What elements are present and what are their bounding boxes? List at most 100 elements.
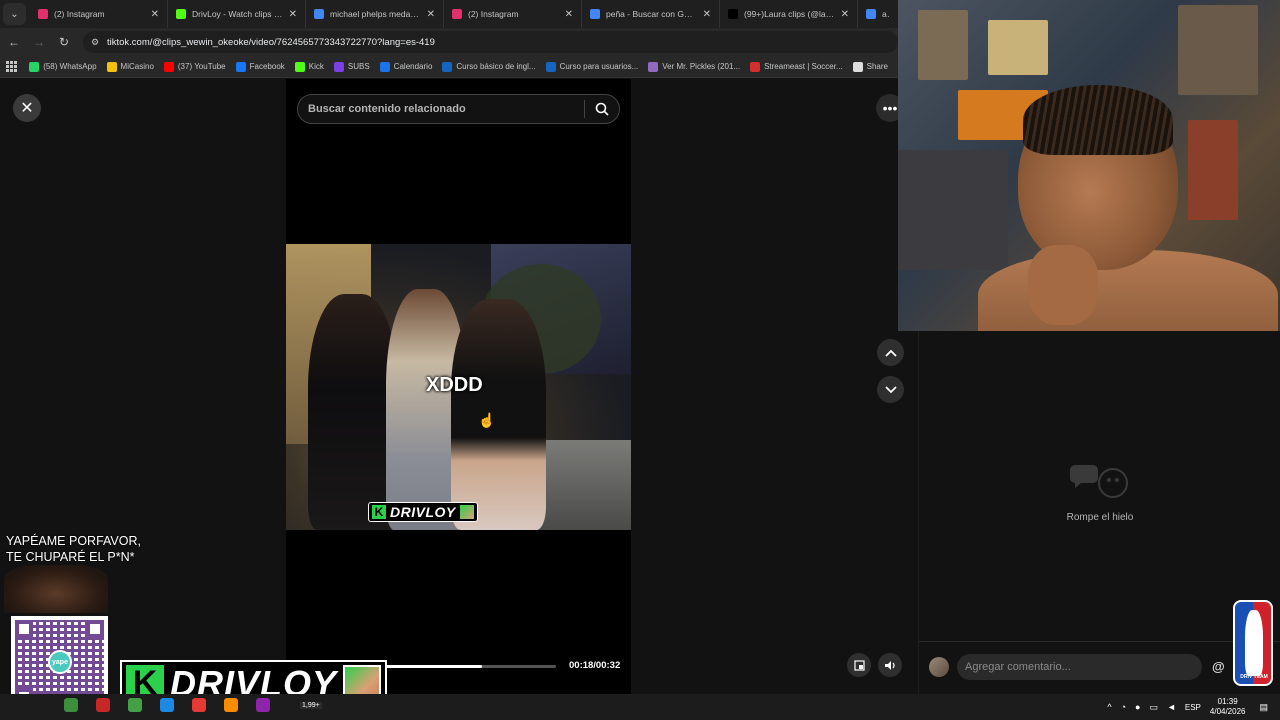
shelf-items [1188,120,1238,220]
tab-title: (2) Instagram [468,9,519,19]
progress-fill [386,665,482,668]
calendar-icon [379,61,390,72]
comment-bar: Agregar comentario... @ ☺ [919,641,1280,691]
instagram-icon [38,9,48,19]
browser-tab[interactable]: DrivLoy - Watch clips on Kick ✕ [168,0,306,28]
qr-finder [15,620,33,638]
reload-button[interactable]: ↻ [53,35,75,49]
apps-grid-icon[interactable] [6,60,17,73]
taskbar-app-icon[interactable] [160,698,174,712]
notifications-icon[interactable]: ▤ [1259,702,1268,713]
close-tab-icon[interactable]: ✕ [841,9,849,20]
microphone-icon[interactable]: ● [1135,702,1140,712]
miniplayer-icon [853,659,865,671]
bookmark-label: Kick [308,62,324,71]
previous-video-button[interactable] [877,339,904,366]
forward-button[interactable]: → [28,35,50,49]
youtube-icon [163,61,174,72]
browser-tab[interactable]: (2) Instagram ✕ [30,0,168,28]
url-text: tiktok.com/@clips_wewin_okeoke/video/762… [107,36,435,48]
kick-logo-icon: K [372,505,386,519]
nba-style-logo: DRIV TEAM [1233,600,1273,686]
browser-tab[interactable]: alban [858,0,898,28]
bookmark-item[interactable]: Ver Mr. Pickles (201... [648,61,740,72]
bookmark-item[interactable]: Streameast | Soccer... [750,61,843,72]
bookmark-label: Curso para usuarios... [559,62,639,71]
google-icon [866,9,876,19]
taskbar-app-icon[interactable] [192,698,206,712]
taskbar-app-icon[interactable] [96,698,110,712]
browser-tab[interactable]: michael phelps medallas ✕ [306,0,444,28]
bookmark-item[interactable]: Curso básico de ingl... [442,61,536,72]
video-frame[interactable]: XDDD ☝ K DRIVLOY [286,244,631,530]
volume-icon [885,660,895,670]
bookmark-item[interactable]: (37) YouTube [163,61,226,72]
streamer-hand [1028,245,1098,325]
bookmark-label: (58) WhatsApp [43,62,97,71]
course-icon [545,61,556,72]
close-tab-icon[interactable]: ✕ [151,9,159,20]
mrpickles-icon [648,61,659,72]
bookmark-item[interactable]: Curso para usuarios... [545,61,639,72]
bookmark-item[interactable]: Share [852,61,888,72]
taskbar-app-icon[interactable] [64,698,78,712]
taskbar-app-icon[interactable] [224,698,238,712]
bookmark-item[interactable]: SUBS [333,61,370,72]
tab-search-button[interactable]: ⌄ [3,3,26,25]
promo-line-2: TE CHUPARÉ EL P*N* [6,550,135,564]
empty-comments: Rompe el hielo [919,461,1280,523]
site-info-icon[interactable]: ⚙ [91,37,101,48]
close-tab-icon[interactable]: ✕ [703,9,711,20]
tab-strip: ⌄ (2) Instagram ✕ DrivLoy - Watch clips on… [0,0,898,28]
tab-title: alban [882,9,890,19]
bookmark-item[interactable]: Facebook [235,61,285,72]
bookmark-label: Facebook [249,62,285,71]
person-left [308,294,398,530]
address-bar[interactable]: ⚙ tiktok.com/@clips_wewin_okeoke/video/7… [83,31,898,53]
bookmark-label: MiCasino [120,62,154,71]
clock[interactable]: 01:39 4/04/2026 [1210,697,1246,717]
bookmark-item[interactable]: (58) WhatsApp [29,61,97,72]
room-shadow [898,150,1008,270]
clock-date: 4/04/2026 [1209,707,1246,716]
bookmark-label: Streameast | Soccer... [764,62,843,71]
tab-title: peña - Buscar con Google [606,9,697,19]
video-time: 00:18/00:32 [569,660,621,671]
camera-icon[interactable]: ▭ [1149,702,1158,713]
network-icon[interactable]: ◔ [1121,702,1126,712]
streamer-webcam [898,0,1280,331]
browser-tab[interactable]: peña - Buscar con Google ✕ [582,0,720,28]
video-caption: XDDD [426,374,483,396]
mention-icon[interactable]: @ [1212,659,1225,674]
close-tab-icon[interactable]: ✕ [289,9,297,20]
chevron-down-icon [884,385,897,393]
language-indicator[interactable]: ESP [1185,703,1201,712]
back-button[interactable]: ← [3,35,25,49]
volume-button[interactable] [878,653,902,677]
close-tab-icon[interactable]: ✕ [427,9,435,20]
user-avatar[interactable] [929,656,949,677]
browser-tab[interactable]: (99+)Laura clips (@laura_ ✕ [720,0,858,28]
search-icon[interactable] [585,102,619,116]
kick-icon [294,61,305,72]
watermark-text: DRIVLOY [390,504,456,520]
bookmark-label: Calendario [393,62,433,71]
bookmark-item[interactable]: MiCasino [106,61,154,72]
close-icon[interactable]: ✕ [13,94,41,122]
comment-input[interactable]: Agregar comentario... [957,653,1202,680]
speaker-icon[interactable]: ◄ [1167,702,1176,712]
search-input[interactable]: Buscar contenido relacionado [298,103,584,115]
related-search-bar[interactable]: Buscar contenido relacionado [297,94,620,124]
close-tab-icon[interactable]: ✕ [565,9,573,20]
video-progress-bar[interactable] [386,665,556,668]
taskbar-app-icon[interactable] [256,698,270,712]
taskbar-app-icon[interactable] [128,698,142,712]
next-video-button[interactable] [877,376,904,403]
browser-tab[interactable]: (2) Instagram ✕ [444,0,582,28]
miniplayer-button[interactable] [847,653,871,677]
bookmark-item[interactable]: Calendario [379,61,433,72]
show-hidden-icons[interactable]: ^ [1107,702,1111,712]
bookmarks-bar: (58) WhatsApp MiCasino (37) YouTube Faceboo… [0,56,898,78]
bookmark-item[interactable]: Kick [294,61,324,72]
tab-title: (99+)Laura clips (@laura_ [744,9,835,19]
